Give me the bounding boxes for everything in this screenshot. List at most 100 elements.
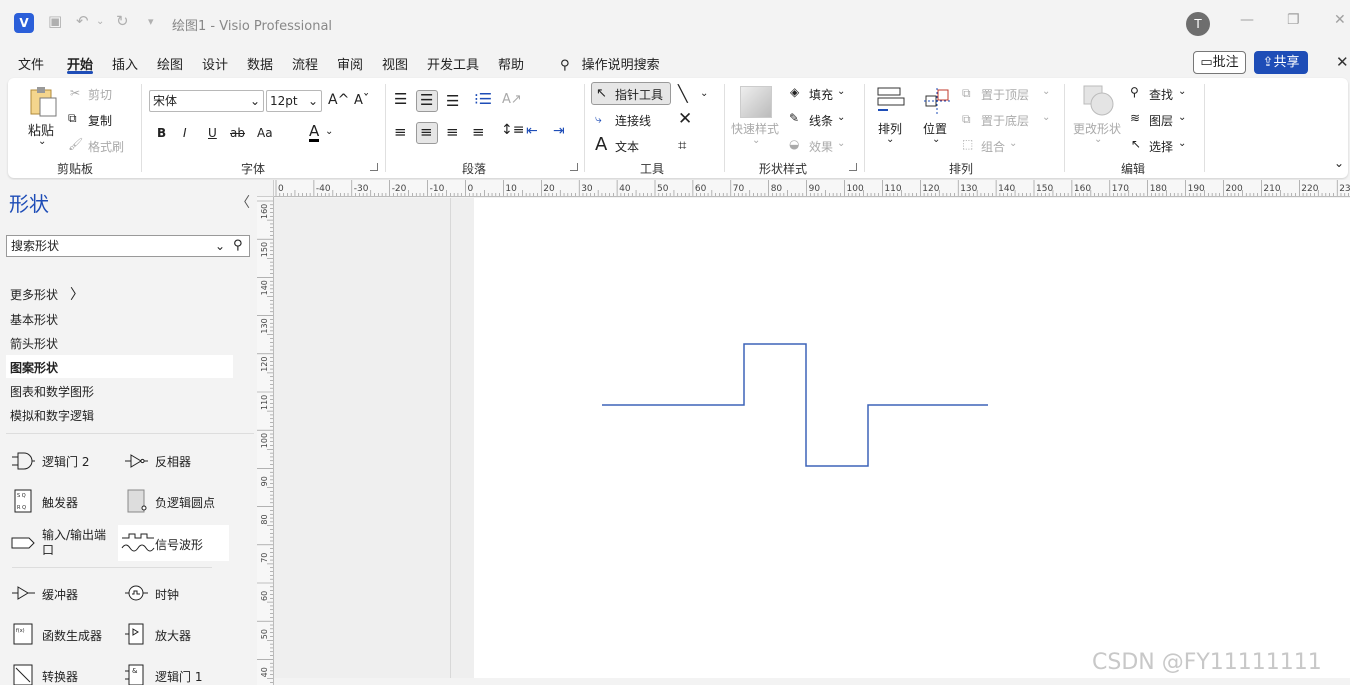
line-tool-dropdown-icon[interactable]: ⌄ xyxy=(700,88,708,99)
arrange-dropdown-icon[interactable]: ⌄ xyxy=(886,134,894,145)
menu-developer[interactable]: 开发工具 xyxy=(427,54,479,73)
bring-to-front-button[interactable]: 置于顶层 xyxy=(981,86,1029,103)
shape-styles-dialog-launcher-icon[interactable] xyxy=(849,163,857,171)
line-button[interactable]: 线条 xyxy=(809,112,833,129)
pointer-tool-button[interactable]: 指针工具 xyxy=(615,86,663,103)
shape-function-generator[interactable]: 函数生成器 xyxy=(42,627,102,644)
menu-review[interactable]: 审阅 xyxy=(337,54,363,73)
connection-point-icon[interactable]: ✕ xyxy=(678,109,692,129)
align-top-icon[interactable]: ☰ xyxy=(394,90,407,108)
shape-clock[interactable]: 时钟 xyxy=(155,586,179,603)
shape-io-port[interactable]: 输入/输出端口 xyxy=(42,528,114,558)
stencil-analog-digital-logic[interactable]: 模拟和数字逻辑 xyxy=(10,407,94,424)
comment-button[interactable]: ▭批注 xyxy=(1193,51,1246,74)
copy-button[interactable]: 复制 xyxy=(88,112,112,129)
group-dropdown-icon[interactable]: ⌄ xyxy=(1009,138,1017,149)
stencil-arrow-shapes[interactable]: 箭头形状 xyxy=(10,335,58,352)
customize-quick-access-icon[interactable]: ▾ xyxy=(148,15,154,28)
menu-help[interactable]: 帮助 xyxy=(498,54,524,73)
collapse-ribbon-icon[interactable]: ⌄ xyxy=(1334,156,1344,170)
shape-logic-gate-2[interactable]: 逻辑门 2 xyxy=(42,453,89,470)
minimize-icon[interactable]: — xyxy=(1240,12,1254,28)
menu-draw[interactable]: 绘图 xyxy=(157,54,183,73)
font-size-select[interactable]: 12pt ⌄ xyxy=(266,90,322,112)
menu-insert[interactable]: 插入 xyxy=(112,54,138,73)
layers-dropdown-icon[interactable]: ⌄ xyxy=(1178,112,1186,123)
user-avatar[interactable]: T xyxy=(1186,12,1210,36)
vertical-ruler[interactable]: 160 150 140 130 120 110 100 90 80 70 60 50 40 xyxy=(257,197,274,685)
shape-search-input[interactable]: 搜索形状 ⌄ ⚲ xyxy=(6,235,250,257)
find-button[interactable]: 查找 xyxy=(1149,86,1173,103)
effects-dropdown-icon[interactable]: ⌄ xyxy=(837,138,845,149)
bold-button[interactable]: B xyxy=(157,126,166,140)
line-spacing-icon[interactable]: ↕≡ xyxy=(501,122,524,138)
menu-file[interactable]: 文件 xyxy=(18,54,44,73)
font-color-dropdown-icon[interactable]: ⌄ xyxy=(325,126,333,137)
quick-styles-dropdown-icon[interactable]: ⌄ xyxy=(752,135,760,146)
group-button[interactable]: 组合 xyxy=(981,138,1005,155)
change-shape-dropdown-icon[interactable]: ⌄ xyxy=(1094,134,1102,145)
italic-button[interactable]: I xyxy=(183,126,187,140)
menu-process[interactable]: 流程 xyxy=(292,54,318,73)
shape-negation-dot[interactable]: 负逻辑圆点 xyxy=(155,494,215,511)
redo-icon[interactable]: ↻ xyxy=(116,12,129,30)
bring-to-front-dropdown-icon[interactable]: ⌄ xyxy=(1042,86,1050,97)
effects-button[interactable]: 效果 xyxy=(809,138,833,155)
align-middle-icon[interactable]: ☰ xyxy=(420,91,433,109)
line-tool-icon[interactable]: ╲ xyxy=(678,84,688,103)
menu-data[interactable]: 数据 xyxy=(247,54,273,73)
text-direction-icon[interactable]: A↗ xyxy=(502,92,522,107)
align-left-icon[interactable]: ≡ xyxy=(394,123,407,141)
cut-button[interactable]: 剪切 xyxy=(88,86,112,103)
align-bottom-icon[interactable]: ☰ xyxy=(446,92,459,110)
font-family-select[interactable]: 宋体 ⌄ xyxy=(149,90,264,112)
underline-button[interactable]: U xyxy=(208,126,217,140)
send-to-back-dropdown-icon[interactable]: ⌄ xyxy=(1042,112,1050,123)
fill-dropdown-icon[interactable]: ⌄ xyxy=(837,86,845,97)
change-case-button[interactable]: Aa xyxy=(257,126,273,140)
stencil-more-shapes[interactable]: 更多形状 xyxy=(10,286,58,303)
paste-dropdown-icon[interactable]: ⌄ xyxy=(38,136,46,147)
menu-design[interactable]: 设计 xyxy=(202,54,228,73)
chevron-left-icon[interactable]: 〈 xyxy=(236,192,250,212)
horizontal-ruler[interactable]: 0 -40 -30 -20 -10 0 10 20 30 40 50 60 70 80 90 100 110 12… xyxy=(274,180,1350,197)
stencil-pattern-shapes[interactable]: 图案形状 xyxy=(10,359,58,376)
search-icon[interactable]: ⚲ xyxy=(233,236,243,256)
save-icon[interactable]: ▣ xyxy=(48,12,62,30)
select-dropdown-icon[interactable]: ⌄ xyxy=(1178,138,1186,149)
fill-button[interactable]: 填充 xyxy=(809,86,833,103)
position-dropdown-icon[interactable]: ⌄ xyxy=(932,134,940,145)
shape-logic-gate-1[interactable]: 逻辑门 1 xyxy=(155,668,202,685)
send-to-back-button[interactable]: 置于底层 xyxy=(981,112,1029,129)
connector-button[interactable]: 连接线 xyxy=(615,112,651,129)
undo-dropdown-icon[interactable]: ⌄ xyxy=(96,16,104,27)
increase-indent-icon[interactable]: ⇥ xyxy=(553,123,565,139)
align-center-icon[interactable]: ≡ xyxy=(420,123,433,141)
close-icon[interactable]: ✕ xyxy=(1334,12,1346,28)
justify-icon[interactable]: ≡ xyxy=(472,123,485,141)
select-button[interactable]: 选择 xyxy=(1149,138,1173,155)
undo-icon[interactable]: ↶ xyxy=(76,12,89,30)
shape-flip-flop[interactable]: 触发器 xyxy=(42,494,78,511)
chevron-right-icon[interactable]: 〉 xyxy=(70,284,84,304)
shrink-font-icon[interactable]: Aˇ xyxy=(354,93,369,108)
align-right-icon[interactable]: ≡ xyxy=(446,123,459,141)
shape-buffer[interactable]: 缓冲器 xyxy=(42,586,78,603)
text-tool-button[interactable]: 文本 xyxy=(615,138,639,155)
layers-button[interactable]: 图层 xyxy=(1149,112,1173,129)
find-dropdown-icon[interactable]: ⌄ xyxy=(1178,86,1186,97)
tell-me-search[interactable]: ⚲ 操作说明搜索 xyxy=(560,54,660,73)
stencil-basic-shapes[interactable]: 基本形状 xyxy=(10,311,58,328)
bullets-icon[interactable]: ⁝☰ xyxy=(474,90,492,108)
stencil-charts-math[interactable]: 图表和数学图形 xyxy=(10,383,94,400)
restore-icon[interactable]: ❐ xyxy=(1287,12,1300,28)
shape-signal-waveform[interactable]: 信号波形 xyxy=(155,536,203,553)
menu-view[interactable]: 视图 xyxy=(382,54,408,73)
shape-inverter[interactable]: 反相器 xyxy=(155,453,191,470)
grow-font-icon[interactable]: A^ xyxy=(328,92,349,108)
shape-amplifier[interactable]: 放大器 xyxy=(155,627,191,644)
paragraph-dialog-launcher-icon[interactable] xyxy=(570,163,578,171)
font-dialog-launcher-icon[interactable] xyxy=(370,163,378,171)
line-dropdown-icon[interactable]: ⌄ xyxy=(837,112,845,123)
close-pane-icon[interactable]: ✕ xyxy=(1336,53,1349,71)
